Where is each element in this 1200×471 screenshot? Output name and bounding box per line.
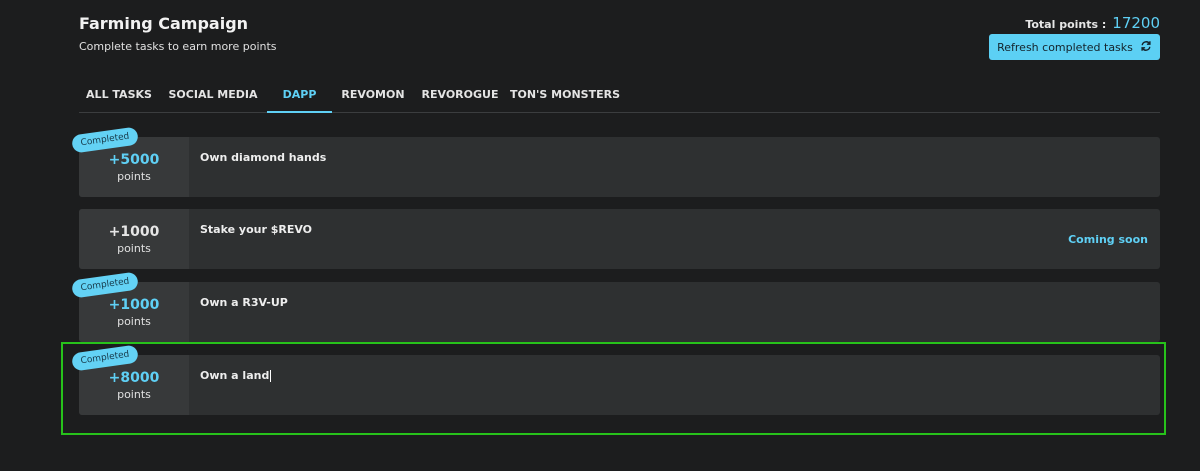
task-card[interactable]: +1000 points Stake your $REVO Coming soo… (79, 209, 1160, 269)
total-points-label: Total points : (1025, 18, 1107, 31)
task-points-unit: points (117, 169, 151, 183)
text-cursor (270, 370, 272, 382)
refresh-completed-tasks-button[interactable]: Refresh completed tasks (989, 34, 1160, 60)
total-points-value: 17200 (1112, 14, 1160, 32)
task-points-unit: points (117, 314, 151, 328)
task-points-value: +1000 (108, 223, 160, 240)
refresh-button-label: Refresh completed tasks (997, 40, 1133, 54)
task-points-unit: points (117, 241, 151, 255)
category-tabs: ALL TASKS SOCIAL MEDIA DAPP REVOMON REVO… (79, 85, 1160, 113)
task-card[interactable]: +8000 points Own a land (79, 355, 1160, 415)
task-points-value: +5000 (108, 151, 160, 168)
refresh-icon (1140, 40, 1152, 55)
task-title: Own a R3V-UP (200, 296, 288, 309)
farming-campaign-page: Farming Campaign Complete tasks to earn … (0, 0, 1200, 471)
tab-revomon[interactable]: REVOMON (332, 85, 414, 113)
tab-all-tasks[interactable]: ALL TASKS (79, 85, 159, 113)
task-points-value: +8000 (108, 369, 160, 386)
task-card[interactable]: +1000 points Own a R3V-UP (79, 282, 1160, 342)
task-title: Own diamond hands (200, 151, 327, 164)
coming-soon-status: Coming soon (1068, 233, 1148, 246)
task-title-text: Own a land (200, 369, 270, 382)
task-title: Own a land (189, 355, 272, 415)
task-points: +1000 points (79, 209, 189, 269)
tab-tons-monsters[interactable]: TON'S MONSTERS (506, 85, 624, 113)
task-title: Stake your $REVO (200, 223, 313, 236)
tab-social-media[interactable]: SOCIAL MEDIA (159, 85, 267, 113)
tab-revorogue[interactable]: REVOROGUE (414, 85, 506, 113)
task-points-value: +1000 (108, 296, 160, 313)
page-title: Farming Campaign (79, 14, 249, 33)
task-card[interactable]: +5000 points Own diamond hands (79, 137, 1160, 197)
tab-dapp[interactable]: DAPP (267, 85, 332, 113)
task-points-unit: points (117, 387, 151, 401)
page-subtitle: Complete tasks to earn more points (79, 40, 277, 53)
total-points: Total points : 17200 (1025, 14, 1160, 32)
